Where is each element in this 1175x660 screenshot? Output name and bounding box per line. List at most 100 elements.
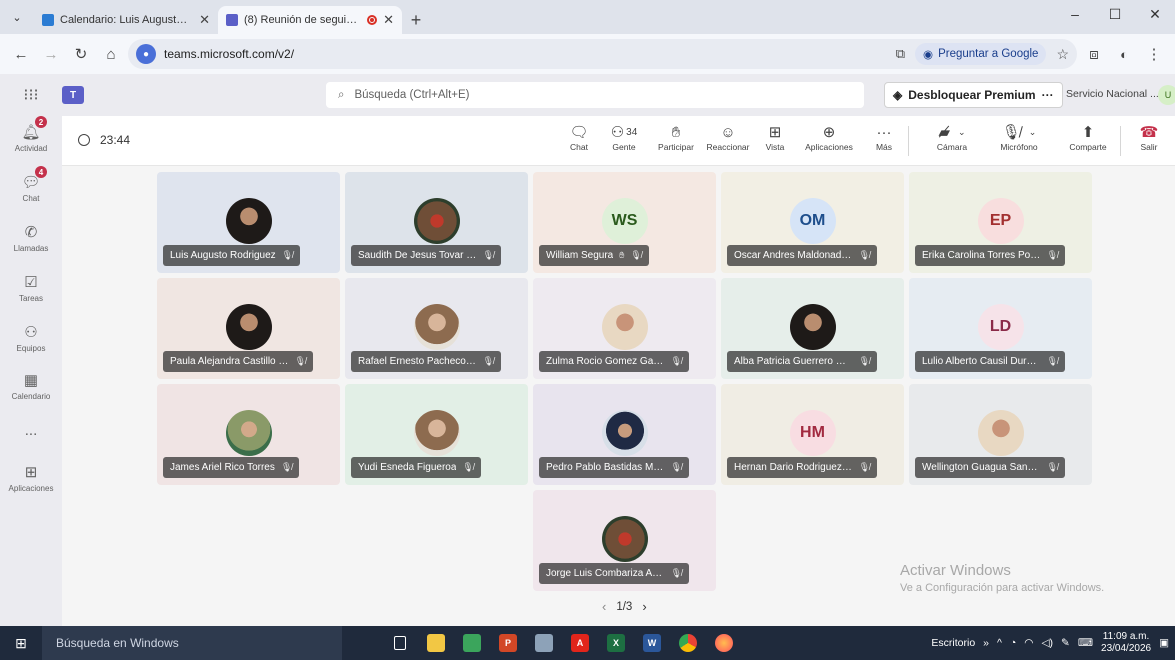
paint-icon[interactable] <box>528 631 560 655</box>
hand-icon: ✋︎ <box>671 123 681 141</box>
overflow-icon[interactable]: » <box>983 637 989 649</box>
file-explorer-icon[interactable] <box>420 631 452 655</box>
site-info-icon[interactable]: ● <box>136 44 156 64</box>
prev-page-icon[interactable]: ‹ <box>602 599 606 614</box>
raise-hand-button[interactable]: ✋︎ Participar <box>652 122 700 153</box>
chat-button[interactable]: 🗨︎ Chat <box>562 122 596 152</box>
close-window-button[interactable]: ✕ <box>1135 0 1175 28</box>
taskbar-search[interactable]: Búsqueda en Windows <box>42 626 342 660</box>
bookmark-star-icon[interactable]: ☆ <box>1056 46 1069 63</box>
volume-icon[interactable]: ◁) <box>1041 637 1053 649</box>
forward-button[interactable]: → <box>38 41 64 67</box>
desktop-label[interactable]: Escritorio <box>931 637 975 649</box>
camera-toggle[interactable]: ▰̸ ⌄ Cámara <box>924 122 980 152</box>
rail-item-apps[interactable]: ⊞ Aplicaciones <box>0 462 62 493</box>
next-page-icon[interactable]: › <box>642 599 646 614</box>
rail-item-teams[interactable]: ⚇ Equipos <box>0 322 62 353</box>
rail-item-calls[interactable]: ✆ Llamadas <box>0 222 62 253</box>
browser-tab-meeting[interactable]: (8) Reunión de seguimiento ✕ <box>218 6 402 34</box>
close-tab-icon[interactable]: ✕ <box>383 12 394 28</box>
participant-tile[interactable]: Jorge Luis Combariza Azuero 🎙︎̸ <box>533 490 716 591</box>
participant-tile[interactable]: Paula Alejandra Castillo Na... 🎙︎̸ <box>157 278 340 379</box>
rail-item-more[interactable]: ... <box>0 420 62 440</box>
participant-tile[interactable]: Zulma Rocio Gomez Galeon 🎙︎̸ <box>533 278 716 379</box>
browser-menu-icon[interactable]: ⋮ <box>1141 41 1167 67</box>
toolbar-divider <box>1120 126 1121 156</box>
tab-title: (8) Reunión de seguimiento <box>244 14 361 26</box>
participant-name-label: Luis Augusto Rodriguez 🎙︎̸ <box>163 245 301 266</box>
participant-tile[interactable]: Yudi Esneda Figueroa 🎙︎̸ <box>345 384 528 485</box>
excel-icon[interactable]: X <box>600 631 632 655</box>
participant-tile[interactable]: WS William Segura ✋︎ 🎙︎̸ <box>533 172 716 273</box>
chrome-icon[interactable] <box>672 631 704 655</box>
app-launcher-icon[interactable]: ⁝⁝⁝ <box>0 85 62 105</box>
rail-item-calendar[interactable]: ▦ Calendario <box>0 370 62 401</box>
participant-tile[interactable]: Luis Augusto Rodriguez 🎙︎̸ <box>157 172 340 273</box>
url-field[interactable]: ● teams.microsoft.com/v2/ ⧉ ◉ Preguntar … <box>128 39 1077 69</box>
teams-search-input[interactable]: ⌕ Búsqueda (Ctrl+Alt+E) <box>326 82 864 108</box>
profile-photo-avatar <box>789 304 836 350</box>
meeting-info-icon[interactable] <box>78 134 90 146</box>
participant-tile[interactable]: Rafael Ernesto Pacheco Ca... 🎙︎̸ <box>345 278 528 379</box>
firefox-icon[interactable] <box>708 631 740 655</box>
notifications-icon[interactable]: ▣ <box>1159 637 1169 649</box>
apps-button[interactable]: ⊕ Aplicaciones <box>800 122 858 152</box>
close-tab-icon[interactable]: ✕ <box>199 12 210 28</box>
participant-tile[interactable]: LD Lulio Alberto Causil Durante 🎙︎̸ <box>909 278 1092 379</box>
unlock-premium-button[interactable]: ◈ Desbloquear Premium ··· <box>884 82 1063 108</box>
home-button[interactable]: ⌂ <box>98 41 124 67</box>
rail-item-tasks[interactable]: ☑ Tareas <box>0 272 62 303</box>
muted-mic-icon: 🎙︎̸ <box>858 356 870 366</box>
participant-tile[interactable]: James Ariel Rico Torres 🎙︎̸ <box>157 384 340 485</box>
browser-tab-calendar[interactable]: Calendario: Luis Augusto Rodríguez ✕ <box>34 6 218 34</box>
mic-toggle[interactable]: 🎙︎̸ ⌄ Micrófono <box>988 122 1050 152</box>
muted-mic-icon: 🎙︎̸ <box>280 462 293 472</box>
org-name[interactable]: Servicio Nacional ... <box>1066 88 1159 100</box>
minimize-button[interactable]: – <box>1055 0 1095 28</box>
windows-start-button[interactable]: ⊞ <box>0 626 42 660</box>
premium-more-icon[interactable]: ··· <box>1042 88 1054 102</box>
people-button[interactable]: ⚇ 34 Gente <box>604 122 644 152</box>
chevron-down-icon[interactable]: ⌄ <box>958 127 966 138</box>
reload-button[interactable]: ↻ <box>68 41 94 67</box>
participant-tile[interactable]: EP Erika Carolina Torres Porras 🎙︎̸ <box>909 172 1092 273</box>
extensions-icon[interactable]: ⧈ <box>1081 41 1107 67</box>
participant-tile[interactable]: Saudith De Jesus Tovar Vill... 🎙︎̸ <box>345 172 528 273</box>
chevron-down-icon[interactable]: ⌄ <box>1029 127 1037 138</box>
app-rail: 🔔︎ 2 Actividad 💬︎ 4 Chat ✆ Llamadas ☑ Tare… <box>0 116 62 626</box>
react-button[interactable]: ☺ Reaccionar <box>702 122 754 153</box>
participant-tile[interactable]: OM Oscar Andres Maldonado ... 🎙︎̸ <box>721 172 904 273</box>
share-button[interactable]: ⬆ Comparte <box>1066 122 1110 152</box>
wifi-icon[interactable]: ◠ <box>1024 637 1033 649</box>
show-hidden-icons[interactable]: ^ <box>997 637 1002 649</box>
powerpoint-icon[interactable]: P <box>492 631 524 655</box>
word-icon[interactable]: W <box>636 631 668 655</box>
user-avatar[interactable]: U <box>1158 85 1175 105</box>
keyboard-icon[interactable]: ⌨ <box>1078 637 1093 649</box>
install-app-icon[interactable]: ⧉ <box>896 46 905 62</box>
network-icon[interactable]: ◔ <box>1010 637 1016 649</box>
tab-search-dropdown[interactable]: ⌄ <box>0 0 34 34</box>
ask-google-button[interactable]: ◉ Preguntar a Google <box>915 43 1047 65</box>
profile-avatar[interactable]: ◐ <box>1111 41 1137 67</box>
participant-tile[interactable]: Alba Patricia Guerrero Guer... 🎙︎̸ <box>721 278 904 379</box>
pen-icon[interactable]: ✎ <box>1061 637 1070 649</box>
teams-logo-icon: T <box>62 86 84 104</box>
participant-tile[interactable]: Pedro Pablo Bastidas Molina 🎙︎̸ <box>533 384 716 485</box>
leave-button[interactable]: ☎ Salir <box>1134 122 1164 152</box>
back-button[interactable]: ← <box>8 41 34 67</box>
people-icon: ⚇ 34 <box>610 124 638 141</box>
clock[interactable]: 11:09 a.m. 23/04/2026 <box>1101 631 1151 655</box>
acrobat-icon[interactable]: A <box>564 631 596 655</box>
participant-tile[interactable]: Wellington Guagua Sanchez 🎙︎̸ <box>909 384 1092 485</box>
view-button[interactable]: ⊞ Vista <box>760 122 790 152</box>
task-view-icon[interactable] <box>384 631 416 655</box>
maximize-button[interactable]: ☐ <box>1095 0 1135 28</box>
new-tab-button[interactable]: + <box>402 6 430 34</box>
rail-item-chat[interactable]: 💬︎ 4 Chat <box>0 166 62 203</box>
rail-item-activity[interactable]: 🔔︎ 2 Actividad <box>0 116 62 153</box>
participant-tile[interactable]: HM Hernan Dario Rodriguez M... 🎙︎̸ <box>721 384 904 485</box>
gallery-app-icon[interactable] <box>456 631 488 655</box>
mic-label: Micrófono <box>1000 142 1038 152</box>
more-actions-button[interactable]: ··· Más <box>870 122 898 153</box>
